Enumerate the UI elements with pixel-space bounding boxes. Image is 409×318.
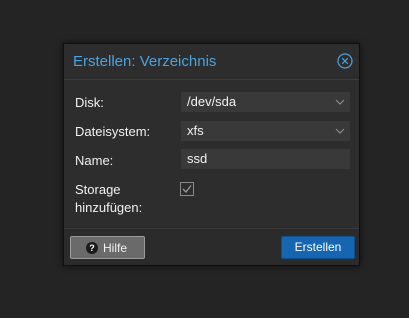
checkmark-icon: [180, 182, 194, 196]
question-circle-icon: ?: [86, 242, 98, 254]
disk-value: /dev/sda: [187, 94, 237, 109]
add-storage-checkbox[interactable]: [180, 182, 194, 196]
add-storage-label-line1: Storage: [75, 182, 121, 197]
dialog-header: Erstellen: Verzeichnis: [64, 44, 359, 80]
dialog-title: Erstellen: Verzeichnis: [73, 53, 217, 70]
svg-text:?: ?: [89, 243, 95, 253]
name-label: Name:: [75, 153, 114, 168]
name-value: ssd: [187, 151, 208, 166]
help-button[interactable]: ? Hilfe: [70, 236, 145, 259]
filesystem-label: Dateisystem:: [75, 124, 151, 139]
name-input[interactable]: ssd: [180, 148, 351, 170]
disk-label: Disk:: [75, 95, 104, 110]
add-storage-label-line2: hinzufügen:: [75, 200, 143, 215]
chevron-down-icon[interactable]: [334, 95, 346, 109]
create-button[interactable]: Erstellen: [281, 236, 355, 259]
disk-select[interactable]: /dev/sda: [180, 91, 351, 113]
dialog-footer: ? Hilfe Erstellen: [64, 228, 359, 265]
create-directory-dialog: Erstellen: Verzeichnis Disk: /dev/sda Da…: [63, 43, 360, 266]
help-button-label: Hilfe: [103, 241, 128, 255]
close-icon[interactable]: [337, 53, 353, 69]
filesystem-select[interactable]: xfs: [180, 120, 351, 142]
filesystem-value: xfs: [187, 123, 204, 138]
chevron-down-icon[interactable]: [334, 124, 346, 138]
